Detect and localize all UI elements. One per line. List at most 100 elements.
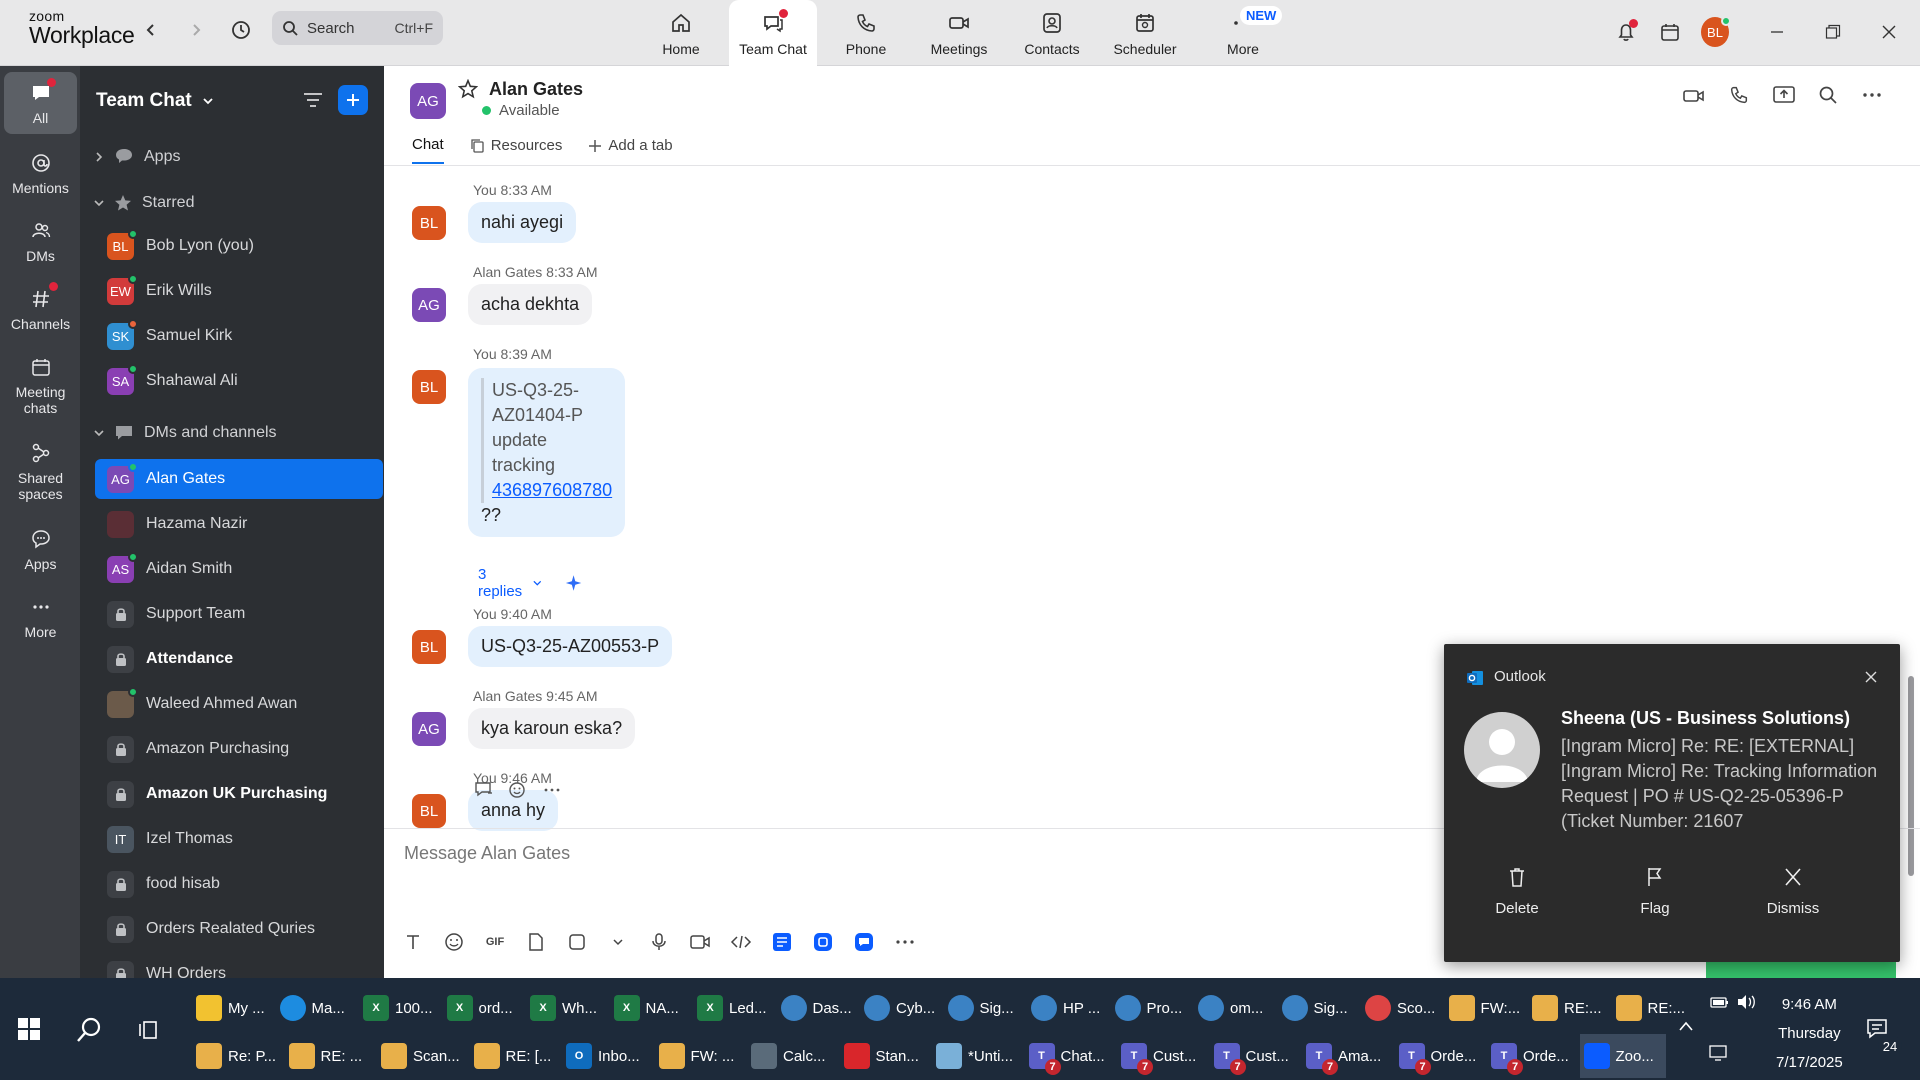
- message-bubble[interactable]: acha dekhta: [468, 284, 593, 325]
- app-blue-chat-icon[interactable]: [853, 931, 875, 953]
- taskbar-item[interactable]: My ...: [192, 986, 265, 1030]
- taskbar-item[interactable]: X NA...: [610, 986, 679, 1030]
- ai-sparkle-icon[interactable]: [565, 573, 582, 593]
- taskbar-item[interactable]: Ma...: [276, 986, 345, 1030]
- nav-phone[interactable]: Phone: [822, 0, 910, 66]
- list-item-erik-wills[interactable]: EW Erik Wills: [95, 271, 383, 311]
- taskbar-item[interactable]: T 7 Cust...: [1210, 1034, 1289, 1078]
- list-item-waleed-ahmed-awan[interactable]: Waleed Ahmed Awan: [95, 684, 383, 724]
- restore-icon[interactable]: [1819, 18, 1847, 46]
- share-screen-icon[interactable]: [1772, 84, 1796, 106]
- list-item-izel-thomas[interactable]: IT Izel Thomas: [95, 819, 383, 859]
- section-apps[interactable]: Apps: [94, 148, 180, 166]
- nav-team-chat[interactable]: Team Chat: [729, 0, 817, 66]
- taskbar-item[interactable]: FW:...: [1445, 986, 1520, 1030]
- search-input[interactable]: Search Ctrl+F: [272, 11, 443, 45]
- screenshot-icon[interactable]: [566, 931, 588, 953]
- rail-item-apps[interactable]: Apps: [4, 526, 77, 572]
- list-item-food-hisab[interactable]: food hisab: [95, 864, 383, 904]
- microphone-icon[interactable]: [648, 931, 670, 953]
- section-starred[interactable]: Starred: [94, 194, 194, 212]
- taskbar-item[interactable]: X Led...: [693, 986, 767, 1030]
- toast-dismiss-button[interactable]: Dismiss: [1733, 866, 1853, 917]
- taskbar-item[interactable]: Sco...: [1361, 986, 1435, 1030]
- list-item-hazama-nazir[interactable]: Hazama Nazir: [95, 504, 383, 544]
- list-item-alan-gates[interactable]: AG Alan Gates: [95, 459, 383, 499]
- taskbar-item[interactable]: om...: [1194, 986, 1263, 1030]
- taskbar-item[interactable]: Calc...: [747, 1034, 826, 1078]
- forward-icon[interactable]: [183, 17, 209, 43]
- rail-item-mentions[interactable]: Mentions: [4, 150, 77, 196]
- user-avatar[interactable]: BL: [1701, 16, 1731, 47]
- volume-icon[interactable]: [1736, 994, 1758, 1010]
- nav-meetings[interactable]: Meetings: [915, 0, 1003, 66]
- panel-title[interactable]: Team Chat: [96, 90, 214, 112]
- tab-chat[interactable]: Chat: [412, 136, 444, 164]
- contact-avatar[interactable]: AG: [410, 83, 446, 119]
- video-call-icon[interactable]: [1682, 84, 1706, 108]
- rail-item-shared-spaces[interactable]: Shared spaces: [4, 440, 77, 502]
- chevron-down-icon[interactable]: [607, 931, 629, 953]
- minimize-icon[interactable]: [1763, 18, 1791, 46]
- toast-delete-button[interactable]: Delete: [1457, 866, 1577, 917]
- close-icon[interactable]: [1875, 18, 1903, 46]
- taskbar-item[interactable]: T 7 Ama...: [1302, 1034, 1381, 1078]
- list-item-wh-orders[interactable]: WH Orders: [95, 954, 383, 978]
- taskbar-item[interactable]: Re: P...: [192, 1034, 276, 1078]
- nav-contacts[interactable]: Contacts: [1008, 0, 1096, 66]
- taskbar-item[interactable]: Zoo...: [1579, 1034, 1666, 1078]
- list-item-samuel-kirk[interactable]: SK Samuel Kirk: [95, 316, 383, 356]
- list-item-amazon-uk-purchasing[interactable]: Amazon UK Purchasing: [95, 774, 383, 814]
- toast-flag-button[interactable]: Flag: [1595, 866, 1715, 917]
- nav-scheduler[interactable]: Scheduler: [1101, 0, 1189, 66]
- list-item-amazon-purchasing[interactable]: Amazon Purchasing: [95, 729, 383, 769]
- filter-icon[interactable]: [298, 85, 328, 115]
- display-icon[interactable]: [1708, 1044, 1728, 1062]
- taskbar-item[interactable]: Xord...: [443, 986, 513, 1030]
- file-icon[interactable]: [525, 931, 547, 953]
- close-icon[interactable]: [1864, 670, 1878, 684]
- list-item-aidan-smith[interactable]: AS Aidan Smith: [95, 549, 383, 589]
- taskbar-item[interactable]: T 7 Chat...: [1025, 1034, 1105, 1078]
- contact-name[interactable]: Alan Gates: [489, 79, 583, 100]
- message-bubble[interactable]: kya karoun eska?: [468, 708, 636, 749]
- star-outline-icon[interactable]: [458, 79, 478, 99]
- taskbar-item[interactable]: X Wh...: [526, 986, 597, 1030]
- more-options-icon[interactable]: [1860, 84, 1884, 106]
- list-item-attendance[interactable]: Attendance: [95, 639, 383, 679]
- message-bubble[interactable]: nahi ayegi: [468, 202, 577, 243]
- tracking-link[interactable]: 436897608780: [492, 480, 612, 500]
- tab-add-a-tab[interactable]: Add a tab: [588, 136, 673, 164]
- rail-item-all[interactable]: All: [4, 72, 77, 134]
- calendar-widget-icon[interactable]: [1656, 18, 1684, 46]
- taskbar-item[interactable]: Stan...: [840, 1034, 919, 1078]
- taskbar-item[interactable]: T 7 Orde...: [1487, 1034, 1569, 1078]
- video-message-icon[interactable]: [689, 931, 711, 953]
- rail-item-meeting-chats[interactable]: Meeting chats: [4, 354, 77, 416]
- gif-icon[interactable]: GIF: [484, 931, 506, 953]
- text-format-icon[interactable]: [402, 931, 424, 953]
- taskbar-item[interactable]: T 7 Orde...: [1395, 1034, 1476, 1078]
- list-item-bob-lyon[interactable]: BL Bob Lyon (you): [95, 226, 383, 266]
- nav-home[interactable]: Home: [637, 0, 725, 66]
- taskbar-item[interactable]: O Inbo...: [562, 1034, 640, 1078]
- rail-item-more[interactable]: More: [4, 594, 77, 640]
- rail-item-dms[interactable]: DMs: [4, 218, 77, 264]
- outlook-notification[interactable]: Outlook Sheena (US - Business Solutions)…: [1444, 644, 1900, 962]
- new-chat-button[interactable]: [338, 85, 368, 115]
- taskbar-item[interactable]: HP ...: [1027, 986, 1100, 1030]
- rail-item-channels[interactable]: Channels: [4, 282, 77, 332]
- back-icon[interactable]: [138, 17, 164, 43]
- taskbar-item[interactable]: Das...: [777, 986, 852, 1030]
- emoji-react-icon[interactable]: [508, 780, 528, 800]
- show-hidden-icons-chevron-icon[interactable]: [1678, 1020, 1694, 1032]
- app-blue-doc-icon[interactable]: [771, 931, 793, 953]
- taskbar-item[interactable]: RE: [...: [470, 1034, 551, 1078]
- phone-call-icon[interactable]: [1728, 84, 1750, 106]
- reply-icon[interactable]: [474, 781, 494, 799]
- taskbar-item[interactable]: Scan...: [377, 1034, 460, 1078]
- taskbar-item[interactable]: T 7 Cust...: [1117, 1034, 1196, 1078]
- message-bubble[interactable]: US-Q3-25-AZ00553-P: [468, 626, 673, 667]
- taskbar-clock[interactable]: 9:46 AM Thursday 7/17/2025: [1776, 990, 1843, 1077]
- replies-toggle[interactable]: 3 replies: [478, 566, 582, 600]
